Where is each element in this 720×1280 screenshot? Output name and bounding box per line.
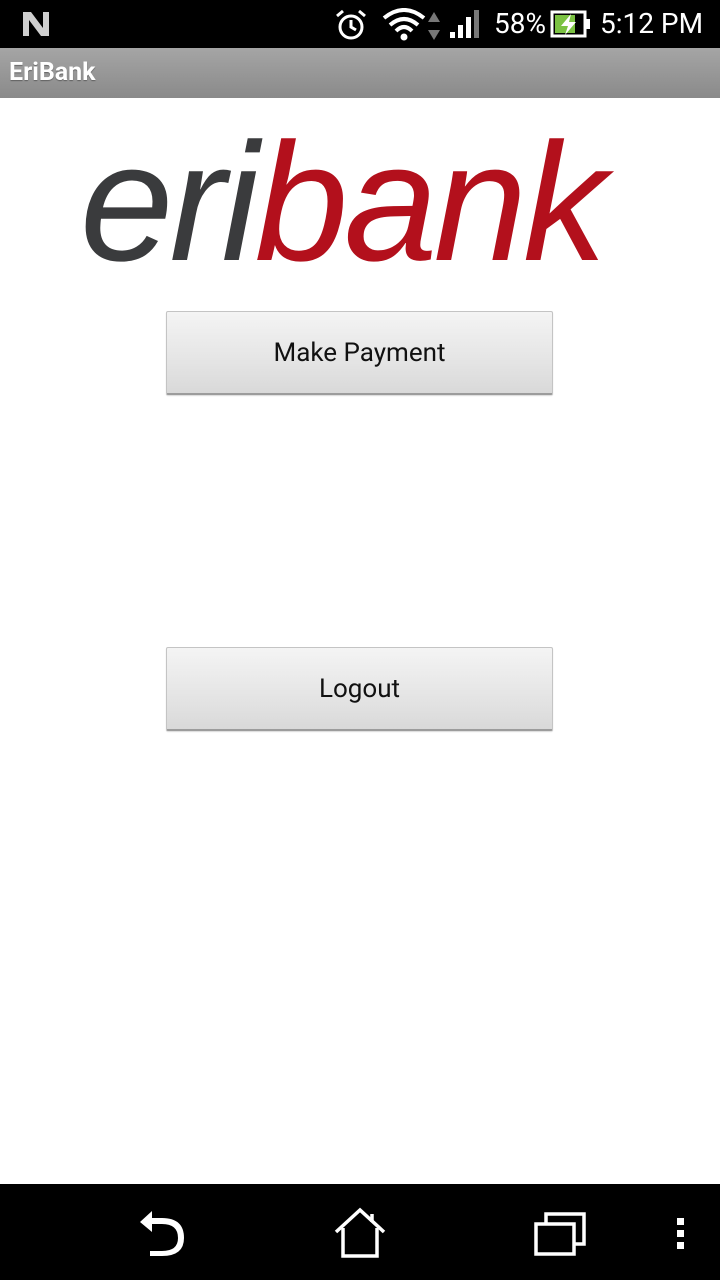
clock: 5:12 PM [600, 7, 704, 40]
back-icon[interactable] [132, 1208, 192, 1258]
alarm-icon [336, 9, 366, 40]
recent-apps-icon[interactable] [530, 1206, 590, 1260]
app-title: EriBank [9, 58, 96, 87]
logo-text-bank: bank [255, 118, 615, 278]
navigation-bar [0, 1184, 720, 1280]
screen: 58% 5:12 PM EriBank eribank Make Payment… [0, 0, 720, 1280]
nfc-icon [23, 12, 49, 36]
logo-text-eri: eri [80, 118, 263, 278]
battery-percent: 58% [494, 7, 546, 40]
eribank-logo: eribank [80, 118, 619, 278]
overflow-menu-icon[interactable] [664, 1204, 698, 1260]
logout-button[interactable]: Logout [166, 647, 553, 731]
wifi-icon [382, 8, 440, 41]
action-bar: EriBank [0, 48, 720, 98]
signal-icon [450, 10, 479, 38]
home-icon[interactable] [330, 1206, 390, 1260]
svg-text:eribank: eribank [80, 118, 615, 278]
battery-charging-icon [550, 10, 590, 38]
make-payment-button[interactable]: Make Payment [166, 311, 553, 395]
status-bar: 58% 5:12 PM [0, 0, 720, 48]
